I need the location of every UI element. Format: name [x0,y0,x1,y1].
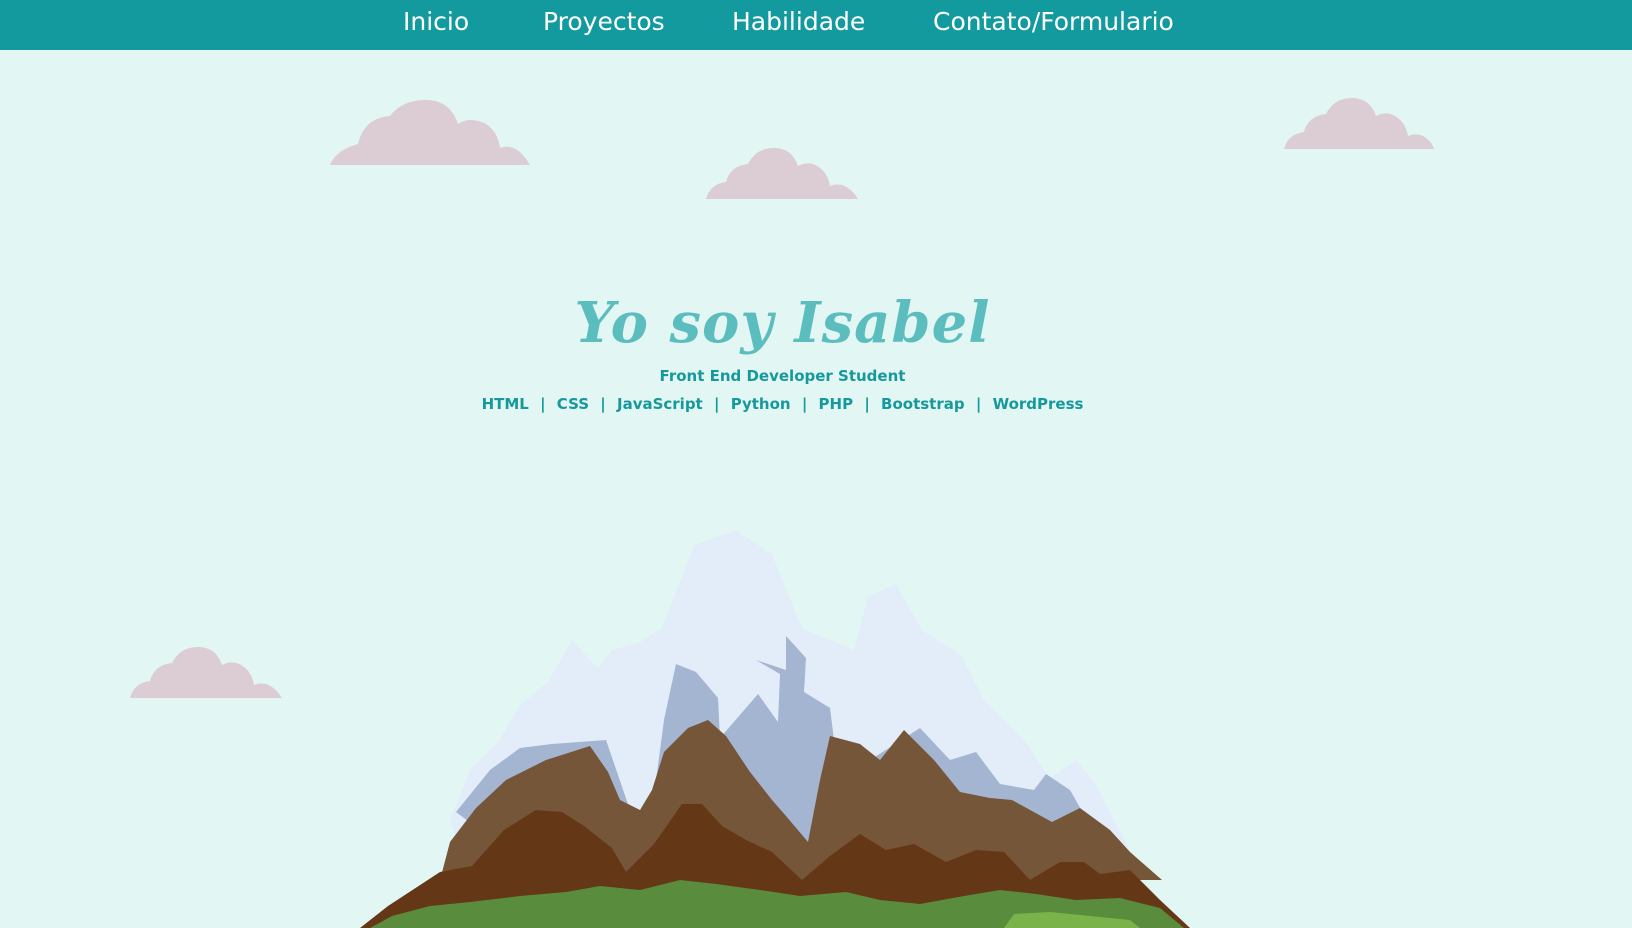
mountain-illustration [360,530,1190,928]
